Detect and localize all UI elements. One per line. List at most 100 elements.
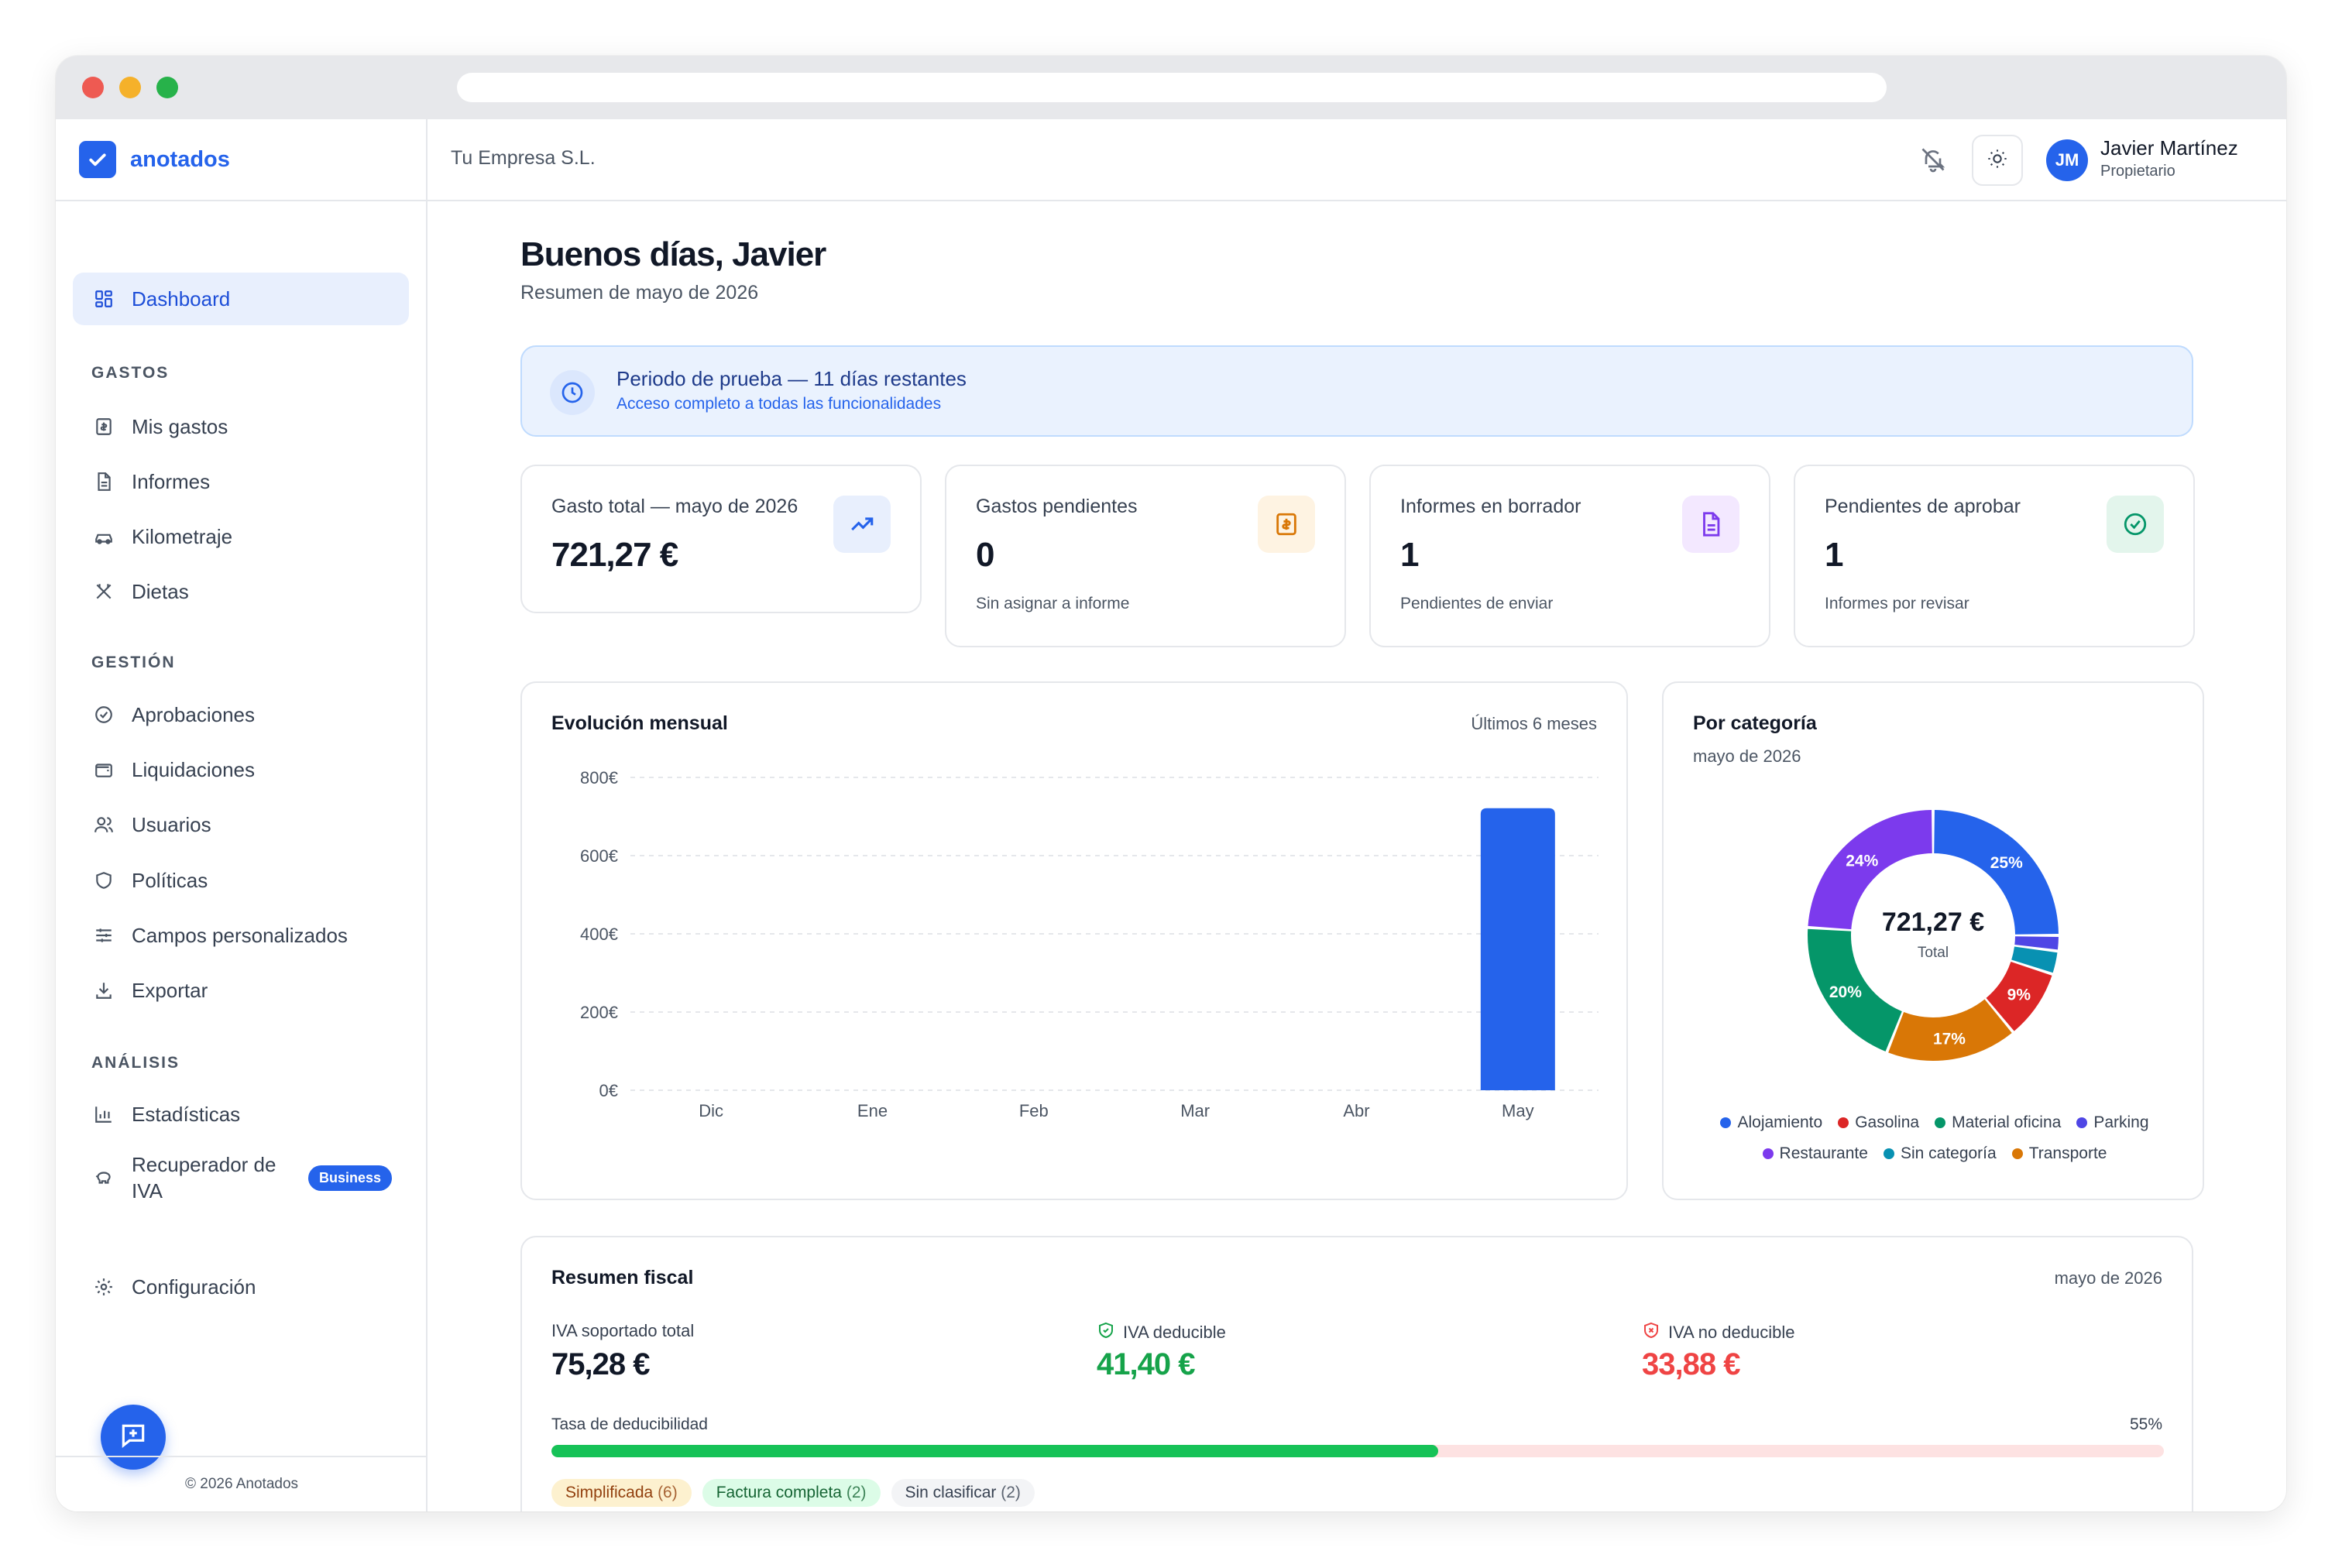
topbar: Tu Empresa S.L. JM Javier Martínez Propi… [428,119,2286,201]
legend-item[interactable]: Sin categoría [1883,1144,1997,1163]
iva-total-label-text: IVA soportado total [551,1321,695,1340]
legend-label: Restaurante [1779,1144,1868,1162]
bell-off-icon[interactable] [1919,146,1947,173]
legend-item[interactable]: Alojamiento [1720,1113,1822,1132]
legend-item[interactable]: Restaurante [1762,1144,1868,1163]
stat-subtitle: Pendientes de enviar [1400,595,1554,612]
stat-card-gastos-pendientes[interactable]: Gastos pendientes 0 Sin asignar a inform… [945,465,1346,647]
sidebar-item-campos-personalizados[interactable]: Campos personalizados [73,909,409,962]
trial-subtitle: Acceso completo a todas las funcionalida… [616,395,942,413]
avatar[interactable]: JM [2046,139,2088,181]
user-name[interactable]: Javier Martínez [2100,136,2238,160]
sidebar-item-label: Campos personalizados [132,924,348,947]
sidebar-item-politicas[interactable]: Políticas [73,854,409,907]
app-window: anotados Dashboard GASTOS Mis gastos Inf… [56,56,2286,1511]
browser-chrome [56,56,2286,119]
iva-total-label: IVA soportado total [551,1321,694,1341]
chip-simplificada[interactable]: Simplificada (6) [551,1479,692,1507]
x-tick-label: May [1502,1101,1534,1120]
legend-label: Alojamiento [1737,1113,1823,1131]
iva-deducible-value: 41,40 € [1097,1347,1195,1381]
brand-logo[interactable]: anotados [79,141,230,178]
slice-label: 20% [1829,983,1862,1001]
page-title: Buenos días, Javier [520,235,826,273]
sidebar-item-mis-gastos[interactable]: Mis gastos [73,400,409,453]
sidebar-item-dashboard[interactable]: Dashboard [73,273,409,325]
stat-card-gasto-total[interactable]: Gasto total — mayo de 2026 721,27 € [520,465,922,613]
sidebar-item-recuperador-iva[interactable]: Recuperador de IVA Business [73,1143,409,1213]
sidebar-item-usuarios[interactable]: Usuarios [73,798,409,851]
sidebar-item-label: Exportar [132,979,208,1002]
donut-total-value: 721,27 € [1882,908,1984,937]
sliders-icon [93,925,115,946]
sidebar-item-exportar[interactable]: Exportar [73,964,409,1017]
check-circle-icon [93,704,115,726]
chip-factura-completa[interactable]: Factura completa (2) [702,1479,881,1507]
check-circle-icon [2107,496,2164,553]
message-plus-icon [118,1421,148,1454]
document-icon [93,471,115,492]
legend-dot [2076,1117,2088,1128]
sidebar-item-label-line2: IVA [132,1179,163,1203]
section-title-analisis: ANÁLISIS [91,1054,180,1072]
legend-label: Parking [2093,1113,2149,1131]
stat-title: Gasto total — mayo de 2026 [551,496,798,517]
x-tick-label: Mar [1180,1101,1210,1120]
rate-label: Tasa de deducibilidad [551,1415,708,1433]
legend-dot [2011,1148,2023,1159]
category-chart-card: Por categoría mayo de 2026 25% 9% 17% 20% 24… [1662,681,2204,1200]
sidebar-item-aprobaciones[interactable]: Aprobaciones [73,688,409,741]
legend-item[interactable]: Parking [2076,1113,2149,1132]
sidebar-item-kilometraje[interactable]: Kilometraje [73,510,409,563]
check-logo-icon [79,141,116,178]
chart-legend: Alojamiento Gasolina Material oficina Parki… [1664,1113,2206,1163]
legend-item[interactable]: Material oficina [1935,1113,2061,1132]
chat-button[interactable] [101,1405,166,1470]
sidebar: anotados Dashboard GASTOS Mis gastos Inf… [56,119,428,1511]
fiscal-title: Resumen fiscal [551,1267,694,1288]
x-tick-label: Abr [1343,1101,1369,1120]
legend-item[interactable]: Transporte [2011,1144,2107,1163]
section-title-gestion: GESTIÓN [91,654,176,671]
stat-value: 0 [976,536,995,574]
iva-deducible-label: IVA deducible [1097,1321,1226,1344]
sidebar-item-estadisticas[interactable]: Estadísticas [73,1088,409,1141]
y-tick-label: 200€ [580,1003,618,1022]
x-tick-label: Feb [1019,1101,1049,1120]
y-tick-label: 800€ [580,768,618,787]
iva-no-deducible-label-text: IVA no deducible [1668,1323,1795,1342]
divider [56,200,428,201]
sidebar-item-liquidaciones[interactable]: Liquidaciones [73,743,409,796]
close-window-button[interactable] [82,77,104,98]
shield-check-icon [1097,1321,1115,1344]
maximize-window-button[interactable] [156,77,178,98]
page-subtitle: Resumen de mayo de 2026 [520,282,759,304]
legend-label: Transporte [2028,1144,2107,1162]
slice-label: 25% [1990,854,2023,872]
bar[interactable] [1480,808,1555,1090]
sidebar-item-label: Políticas [132,869,208,892]
bar-chart: 0€ 200€ 400€ 600€ 800€ Dic Ene Feb Mar Abr May [580,768,1599,1120]
minimize-window-button[interactable] [119,77,141,98]
sidebar-item-informes[interactable]: Informes [73,455,409,508]
sidebar-item-label: Informes [132,470,211,493]
stat-card-informes-borrador[interactable]: Informes en borrador 1 Pendientes de env… [1369,465,1770,647]
sidebar-item-configuracion[interactable]: Configuración [73,1261,409,1313]
sidebar-item-label-line1: Recuperador de [132,1153,276,1176]
legend-dot [1935,1117,1946,1128]
iva-no-deducible-label: IVA no deducible [1642,1321,1795,1344]
theme-toggle-button[interactable] [1972,135,2023,186]
chip-label: Factura completa [716,1484,842,1501]
legend-item[interactable]: Gasolina [1838,1113,1919,1132]
gear-icon [93,1276,115,1298]
sidebar-item-label: Configuración [132,1275,256,1299]
chip-sin-clasificar[interactable]: Sin clasificar (2) [891,1479,1035,1507]
stat-card-pendientes-aprobar[interactable]: Pendientes de aprobar 1 Informes por rev… [1794,465,2195,647]
company-name[interactable]: Tu Empresa S.L. [451,147,596,170]
document-icon [1682,496,1739,553]
fiscal-period: mayo de 2026 [2054,1268,2162,1288]
address-bar[interactable] [457,73,1887,102]
stat-title: Pendientes de aprobar [1825,496,2021,517]
sidebar-item-dietas[interactable]: Dietas [73,565,409,618]
donut-chart: 25% 9% 17% 20% 24% 721,27 € Total [1808,810,2059,1061]
